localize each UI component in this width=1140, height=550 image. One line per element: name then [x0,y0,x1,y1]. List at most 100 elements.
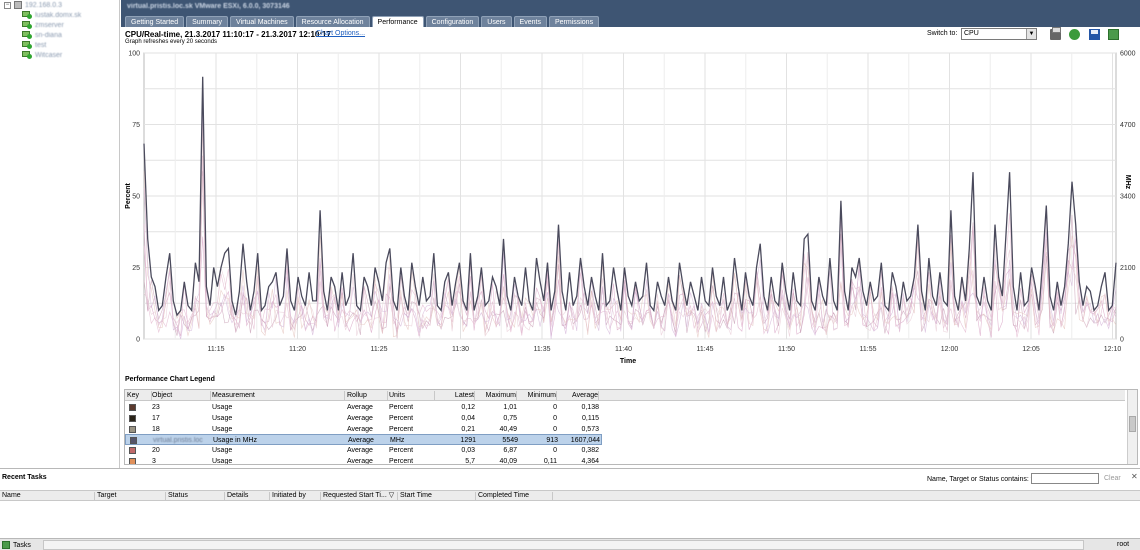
tab-resource-allocation[interactable]: Resource Allocation [295,16,370,27]
server-icon [14,1,22,9]
collapse-icon[interactable]: − [4,1,11,9]
col-rollup[interactable]: Rollup [347,390,388,400]
switch-to-label: Switch to: [927,30,958,37]
switch-to-select[interactable]: CPU ▼ [961,28,1037,40]
legend-cell-units: Percent [389,425,414,433]
legend-row[interactable]: 18 Usage Average Percent 0,21 40,49 0 0,573 [125,424,1125,435]
print-icon[interactable] [1050,27,1061,40]
performance-chart: 0 25 50 75 100 0 2100 3400 4700 6000 11:15 11:20 11:… [125,51,1136,366]
legend-cell-maximum: 40,09 [499,458,517,465]
tab-summary[interactable]: Summary [186,16,229,27]
host-title: virtual.pristis.loc.sk VMware ESXi, 6.0.… [127,3,290,10]
col-name[interactable]: Name [0,492,95,501]
col-minimum[interactable]: Minimum [519,390,557,400]
legend-cell-measurement: Usage in MHz [213,437,257,445]
y-tick-label: 25 [132,265,140,272]
col-start-time[interactable]: Start Time [398,492,476,501]
x-tick-label: 11:40 [615,346,632,353]
tree-vm-node[interactable]: test [0,40,119,50]
tab-getting-started[interactable]: Getting Started [125,16,185,27]
col-maximum[interactable]: Maximum [477,390,517,400]
x-tick-label: 11:55 [860,346,877,353]
running-vm-icon [22,21,32,29]
legend-cell-units: MHz [390,437,405,445]
tab-bar: Getting Started Summary Virtual Machines… [125,16,600,27]
col-object[interactable]: Object [152,390,211,400]
popup-chart-icon[interactable] [1108,29,1119,40]
col-status[interactable]: Status [166,492,225,501]
chart-options-link[interactable]: Chart Options... [316,30,365,37]
tab-virtual-machines[interactable]: Virtual Machines [230,16,294,27]
col-average[interactable]: Average [559,390,599,400]
y-tick-label: 100 [128,51,140,58]
tasks-button-label: Tasks [13,541,31,549]
chevron-down-icon[interactable]: ▼ [1026,29,1036,39]
x-tick-label: 12:00 [941,346,959,353]
refresh-icon[interactable] [1069,29,1080,40]
tree-vm-node[interactable]: zmserver [0,20,119,30]
col-measurement[interactable]: Measurement [212,390,345,400]
task-filter-label[interactable]: Name, Target or Status contains: ▾ [927,475,1034,483]
legend-cell-units: Percent [389,447,414,455]
legend-cell-object: 3 [152,458,156,465]
tree-host-node[interactable]: − 192.168.0.3 [0,0,119,10]
col-details[interactable]: Details [225,492,270,501]
vm-name: Witcaser [35,51,63,59]
y2-tick-label: 0 [1120,337,1124,344]
tab-users[interactable]: Users [481,16,512,27]
clear-filter-button[interactable]: Clear [1104,475,1121,482]
scrollbar-thumb[interactable] [1129,416,1136,432]
legend-row[interactable]: virtual.pristis.loc Usage in MHz Average MH… [125,434,1125,446]
x-tick-label: 11:45 [697,346,714,353]
tree-vm-node[interactable]: Witcaser [0,50,119,60]
legend-row[interactable]: 23 Usage Average Percent 0,12 1,01 0 0,138 [125,402,1125,413]
tab-performance[interactable]: Performance [371,16,424,27]
legend-cell-minimum: 0 [553,404,557,411]
save-icon[interactable] [1089,29,1100,40]
col-latest[interactable]: Latest [436,390,475,400]
tree-vm-node[interactable]: lustak.domx.sk [0,10,119,20]
legend-cell-latest: 0,12 [461,404,475,411]
col-key[interactable]: Key [127,390,152,400]
running-vm-icon [22,31,32,39]
tab-configuration[interactable]: Configuration [425,16,480,27]
legend-cell-average: 4,364 [581,458,599,465]
task-filter-input[interactable] [1031,473,1099,484]
legend-cell-average: 1607,044 [570,437,600,445]
legend-cell-minimum: 0 [553,425,557,433]
x-tick-label: 11:15 [208,346,225,353]
legend-row[interactable]: 20 Usage Average Percent 0,03 6,87 0 0,382 [125,445,1125,456]
y-tick-label: 50 [132,194,140,201]
legend-row[interactable]: 17 Usage Average Percent 0,04 0,75 0 0,115 [125,413,1125,424]
x-axis-title: Time [620,358,636,365]
legend-cell-average: 0,382 [581,447,599,455]
x-tick-label: 11:35 [534,346,551,353]
legend-cell-latest: 0,04 [461,414,475,422]
col-initiated-by[interactable]: Initiated by [270,492,321,501]
legend-cell-object: virtual.pristis.loc [153,437,203,445]
col-units[interactable]: Units [389,390,435,400]
legend-cell-minimum: 0 [553,414,557,422]
y-tick-label: 0 [136,337,140,344]
col-requested-start-time[interactable]: Requested Start Ti... ▽ [321,492,398,501]
legend-header-row: Key Object Measurement Rollup Units Late… [125,390,1125,401]
tab-events[interactable]: Events [513,16,547,27]
legend-cell-latest: 1291 [460,437,476,445]
legend-scrollbar[interactable] [1127,390,1137,464]
y2-tick-label: 4700 [1120,122,1136,129]
vm-name: sn-diana [35,31,62,39]
tree-vm-node[interactable]: sn-diana [0,30,119,40]
running-vm-icon [22,51,32,59]
col-target[interactable]: Target [95,492,166,501]
legend-row[interactable]: 3 Usage Average Percent 5,7 40,09 0,11 4,364 [125,456,1125,465]
close-icon[interactable]: ✕ [1131,472,1138,481]
legend-cell-latest: 0,03 [461,447,475,455]
tasks-button[interactable]: Tasks [2,540,31,550]
legend-cell-average: 0,138 [581,404,599,411]
host-name: 192.168.0.3 [25,1,62,9]
legend-cell-rollup: Average [347,447,373,455]
chart-title: CPU/Real-time, 21.3.2017 11:10:17 - 21.3… [125,30,331,39]
col-completed-time[interactable]: Completed Time [476,492,553,501]
legend-table: Key Object Measurement Rollup Units Late… [124,389,1138,465]
tab-permissions[interactable]: Permissions [548,16,600,27]
